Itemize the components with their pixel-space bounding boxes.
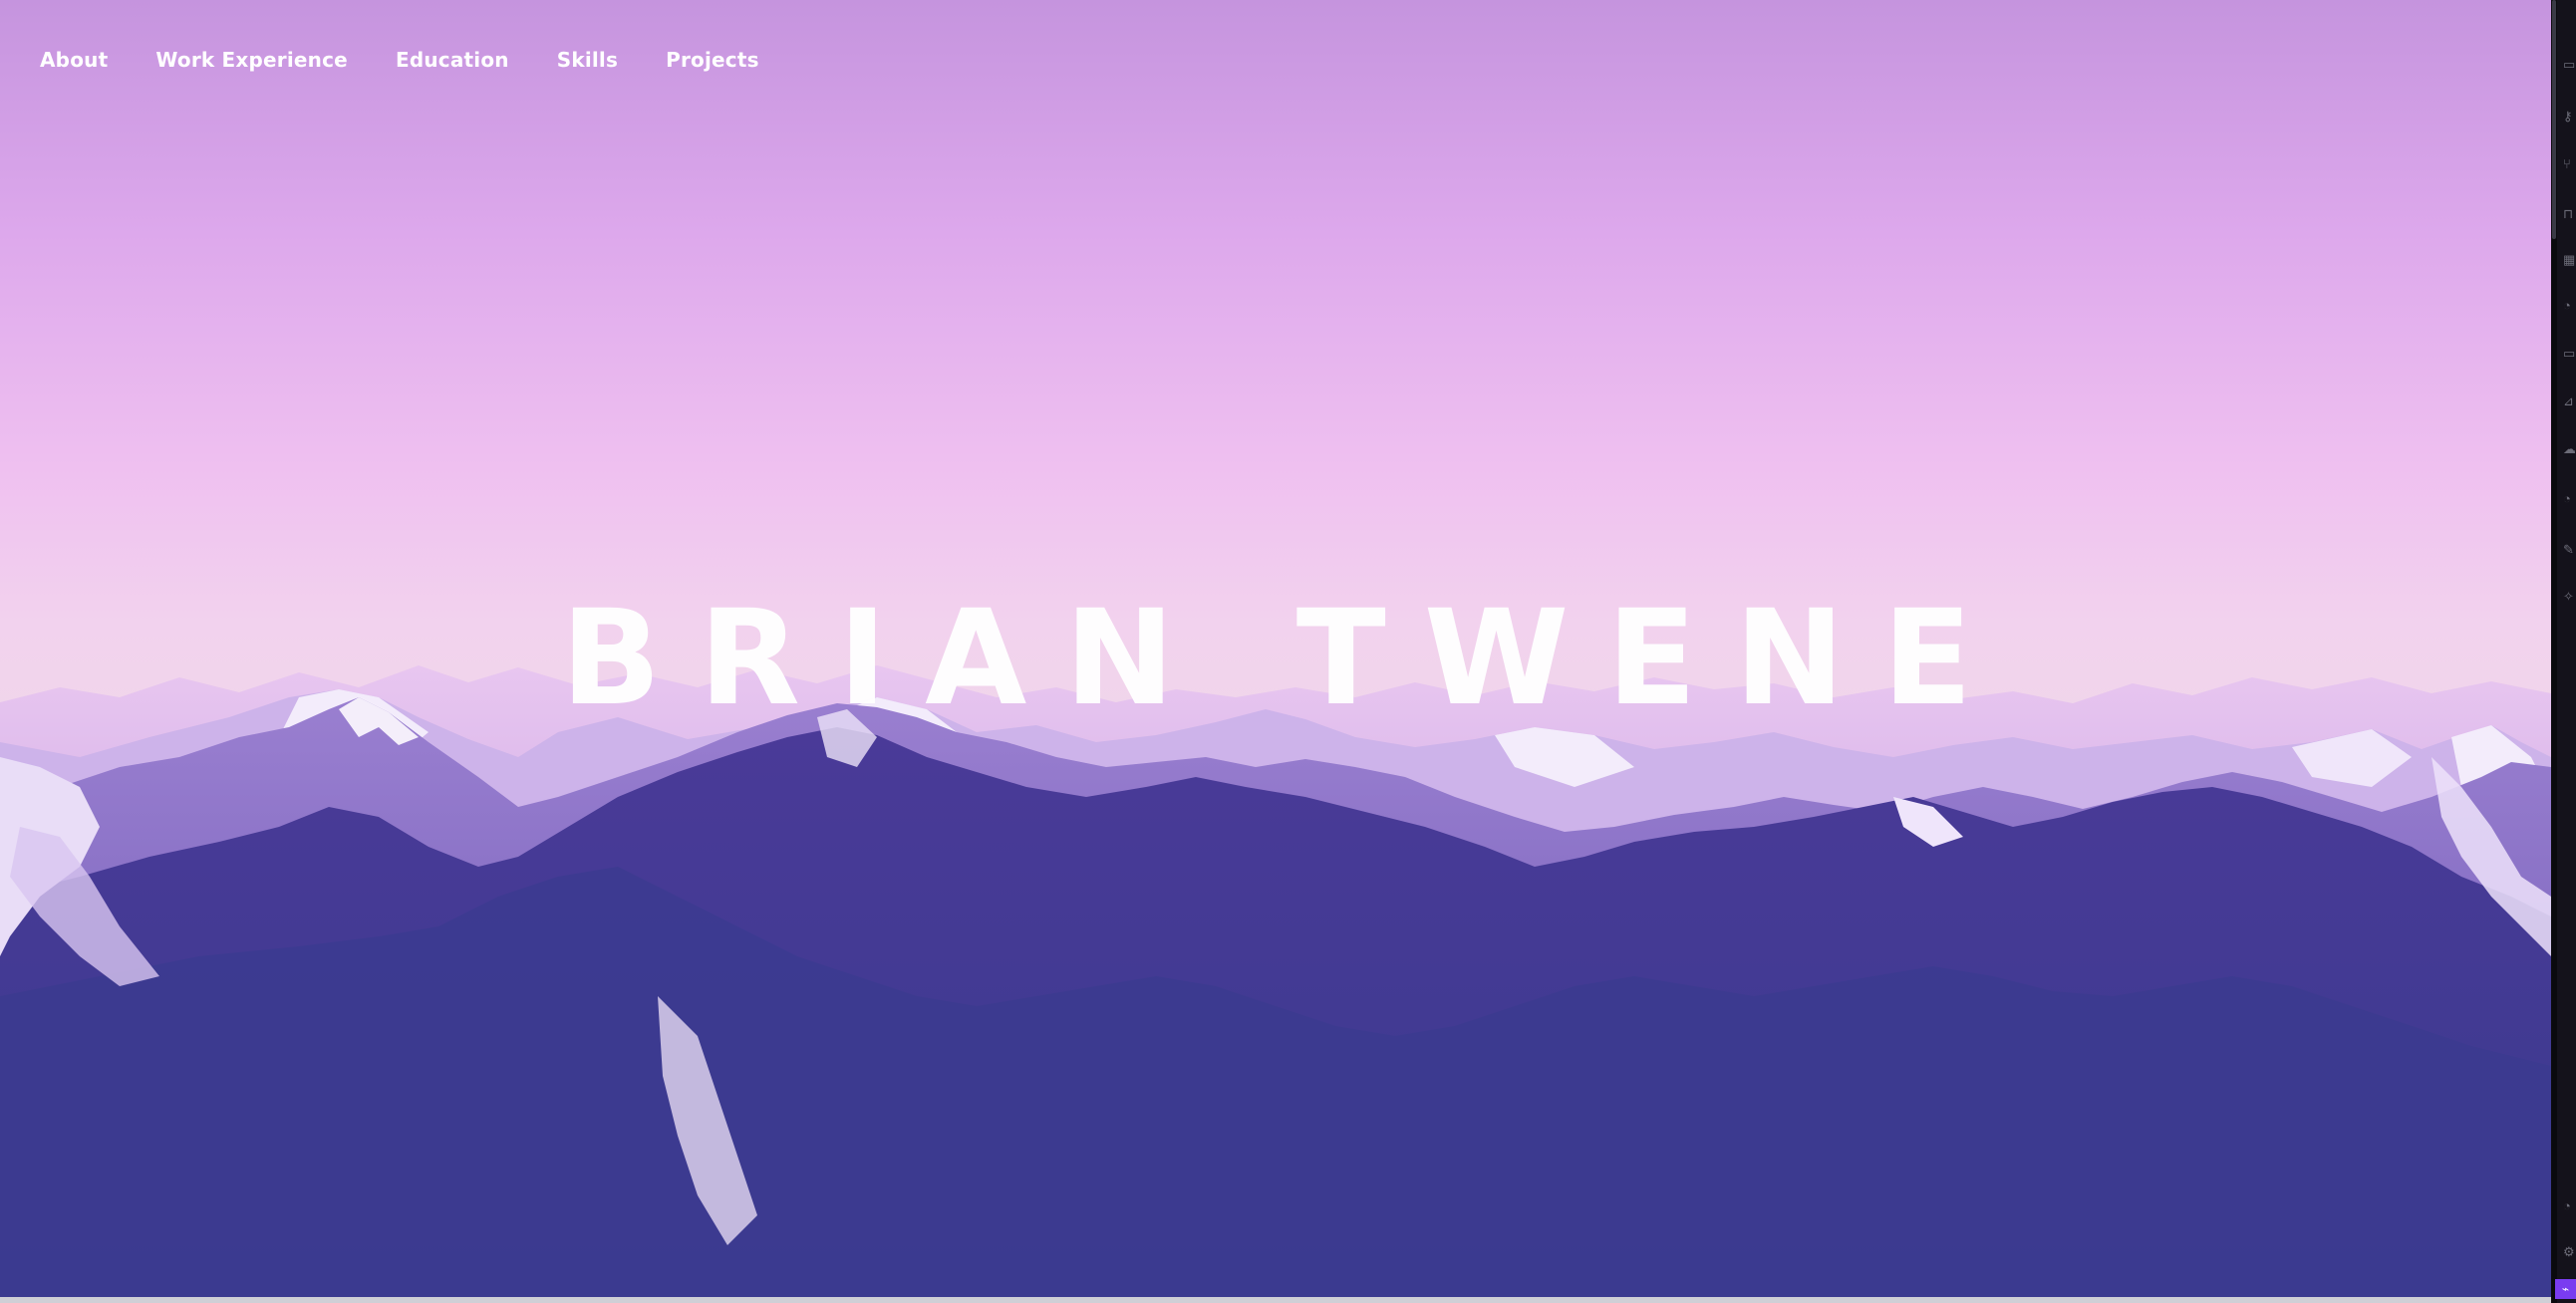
gear-icon[interactable]: ⚙ — [2563, 1245, 2575, 1259]
key-icon[interactable]: ⚷ — [2563, 110, 2575, 124]
nav-link-projects[interactable]: Projects — [666, 48, 759, 72]
nav-link-work-experience[interactable]: Work Experience — [155, 48, 348, 72]
hero-section: About Work Experience Education Skills P… — [0, 0, 2551, 1298]
scrollbar-thumb[interactable] — [2552, 0, 2556, 239]
branch-icon[interactable]: ⑂ — [2563, 157, 2575, 171]
vertical-scrollbar[interactable] — [2551, 0, 2557, 1303]
edit-icon[interactable]: ✎ — [2563, 543, 2575, 557]
hero-title: BRIAN TWENE — [560, 582, 2011, 735]
remote-indicator-icon[interactable]: ⌁ — [2555, 1279, 2576, 1299]
bookmark-icon[interactable]: ▭ — [2563, 58, 2575, 72]
bottom-scrollbar[interactable] — [0, 1297, 2551, 1303]
wand-icon[interactable]: ✧ — [2563, 590, 2575, 604]
info-icon[interactable]: ◔ — [2563, 299, 2575, 313]
flask-icon[interactable]: ⊿ — [2563, 394, 2575, 408]
lock-icon[interactable]: ⊓ — [2563, 207, 2575, 221]
comment-icon[interactable]: ▭ — [2563, 347, 2575, 361]
grid-icon[interactable]: ▦ — [2563, 253, 2575, 267]
cloud-icon[interactable]: ☁ — [2563, 442, 2575, 456]
help-icon[interactable]: ◔ — [2563, 492, 2575, 506]
main-nav: About Work Experience Education Skills P… — [40, 48, 759, 72]
nav-link-education[interactable]: Education — [396, 48, 509, 72]
nav-link-skills[interactable]: Skills — [557, 48, 618, 72]
page: About Work Experience Education Skills P… — [0, 0, 2576, 1303]
right-sidebar: ▭ ⚷ ⑂ ⊓ ▦ ◔ ▭ ⊿ ☁ ◔ ✎ ✧ ◔ ⚙ — [2551, 0, 2576, 1303]
nav-link-about[interactable]: About — [40, 48, 108, 72]
user-icon[interactable]: ◔ — [2563, 1199, 2575, 1213]
